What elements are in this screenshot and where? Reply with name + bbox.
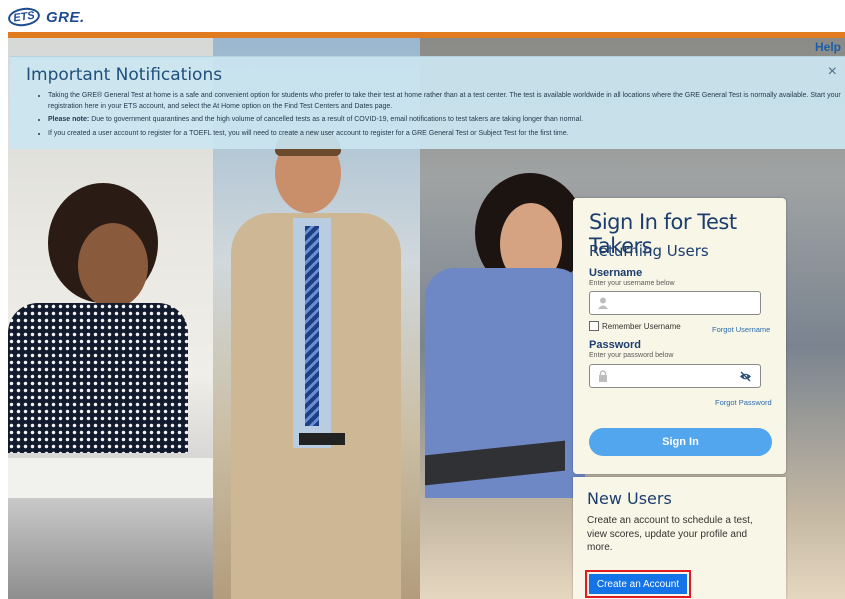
notifications-title: Important Notifications: [26, 65, 223, 85]
returning-users-heading: Returning Users: [589, 242, 709, 260]
notification-item: If you created a user account to registe…: [48, 129, 845, 140]
remember-label: Remember Username: [602, 321, 681, 331]
password-input[interactable]: [589, 364, 761, 388]
notifications-list: Taking the GRE® General Test at home is …: [28, 91, 845, 142]
header: ETS GRE.: [0, 0, 845, 32]
create-account-highlight: Create an Account: [585, 570, 691, 598]
notification-text: Due to government quarantines and the hi…: [91, 116, 584, 123]
sign-in-panel: Sign In for Test Takers Returning Users …: [573, 198, 786, 474]
username-hint: Enter your username below: [589, 280, 675, 287]
notification-item: Please note: Due to government quarantin…: [48, 115, 845, 126]
sign-in-button[interactable]: Sign In: [589, 428, 772, 456]
notification-item: Taking the GRE® General Test at home is …: [48, 91, 845, 112]
lock-icon: [599, 370, 607, 382]
please-note-label: Please note:: [48, 116, 90, 123]
forgot-password-link[interactable]: Forgot Password: [715, 398, 772, 407]
close-icon[interactable]: ×: [828, 63, 837, 81]
password-label: Password: [589, 339, 641, 351]
create-account-button[interactable]: Create an Account: [589, 574, 687, 594]
remember-checkbox[interactable]: [589, 321, 599, 331]
help-link[interactable]: Help: [815, 40, 841, 54]
gre-logo: GRE.: [46, 8, 85, 26]
ets-gre-logo[interactable]: ETS GRE.: [6, 5, 85, 29]
username-input[interactable]: [589, 291, 761, 315]
username-label: Username: [589, 267, 643, 279]
important-notifications-banner: Important Notifications × Taking the GRE…: [10, 56, 845, 149]
user-icon: [598, 297, 608, 309]
ets-logo: ETS: [6, 5, 42, 29]
eye-slash-icon[interactable]: [739, 371, 752, 382]
new-users-heading: New Users: [587, 489, 672, 508]
new-users-panel: New Users Create an account to schedule …: [573, 477, 786, 599]
remember-username[interactable]: Remember Username: [589, 321, 681, 331]
password-hint: Enter your password below: [589, 352, 674, 359]
new-users-description: Create an account to schedule a test, vi…: [587, 515, 753, 553]
forgot-username-link[interactable]: Forgot Username: [712, 325, 770, 334]
